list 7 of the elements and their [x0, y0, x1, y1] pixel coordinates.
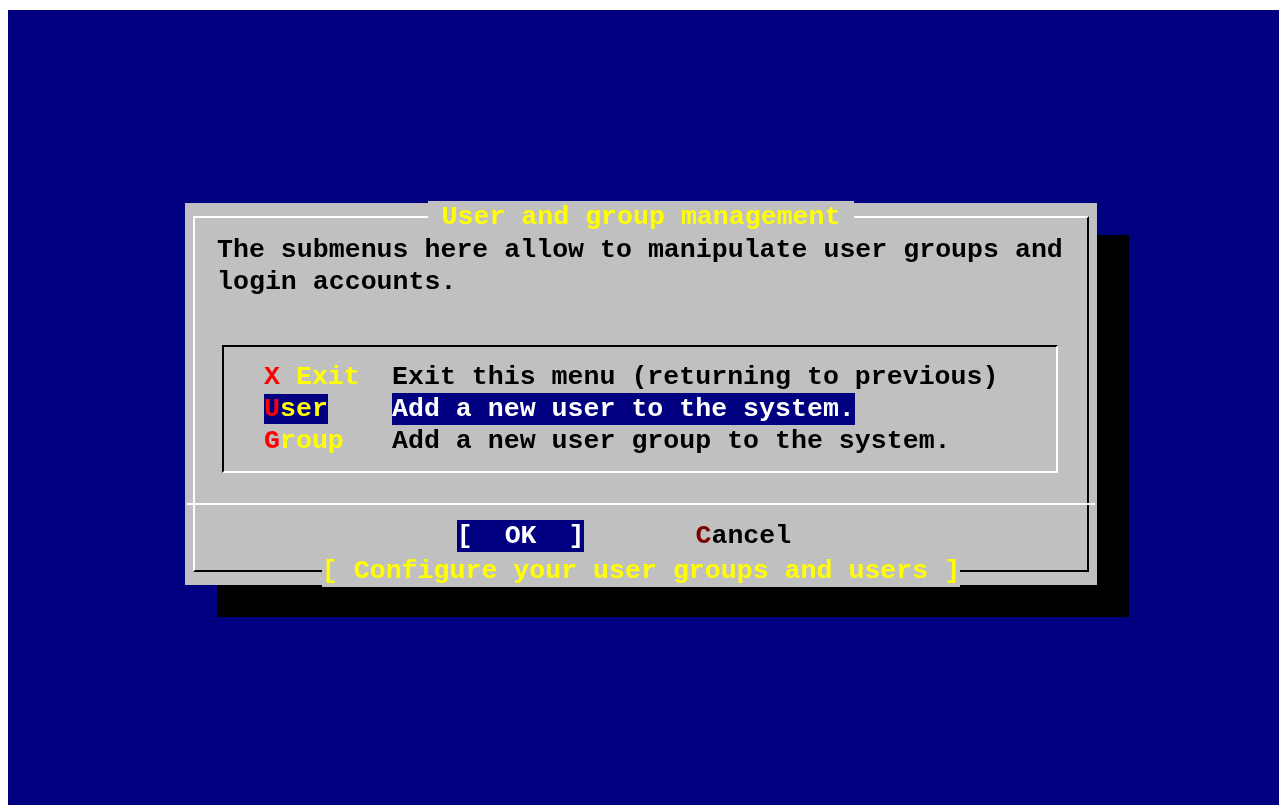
menu-item-description: Add a new user to the system.	[392, 393, 855, 425]
cancel-button[interactable]: Cancel	[695, 520, 792, 552]
dialog-message: The submenus here allow to manipulate user groups and login accounts.	[217, 234, 1064, 298]
ok-button[interactable]: [ OK ]	[456, 520, 585, 552]
menu-item-label[interactable]: User	[264, 393, 392, 425]
menu-item-description: Add a new user group to the system.	[392, 425, 951, 457]
menu-item-description: Exit this menu (returning to previous)	[392, 361, 999, 393]
